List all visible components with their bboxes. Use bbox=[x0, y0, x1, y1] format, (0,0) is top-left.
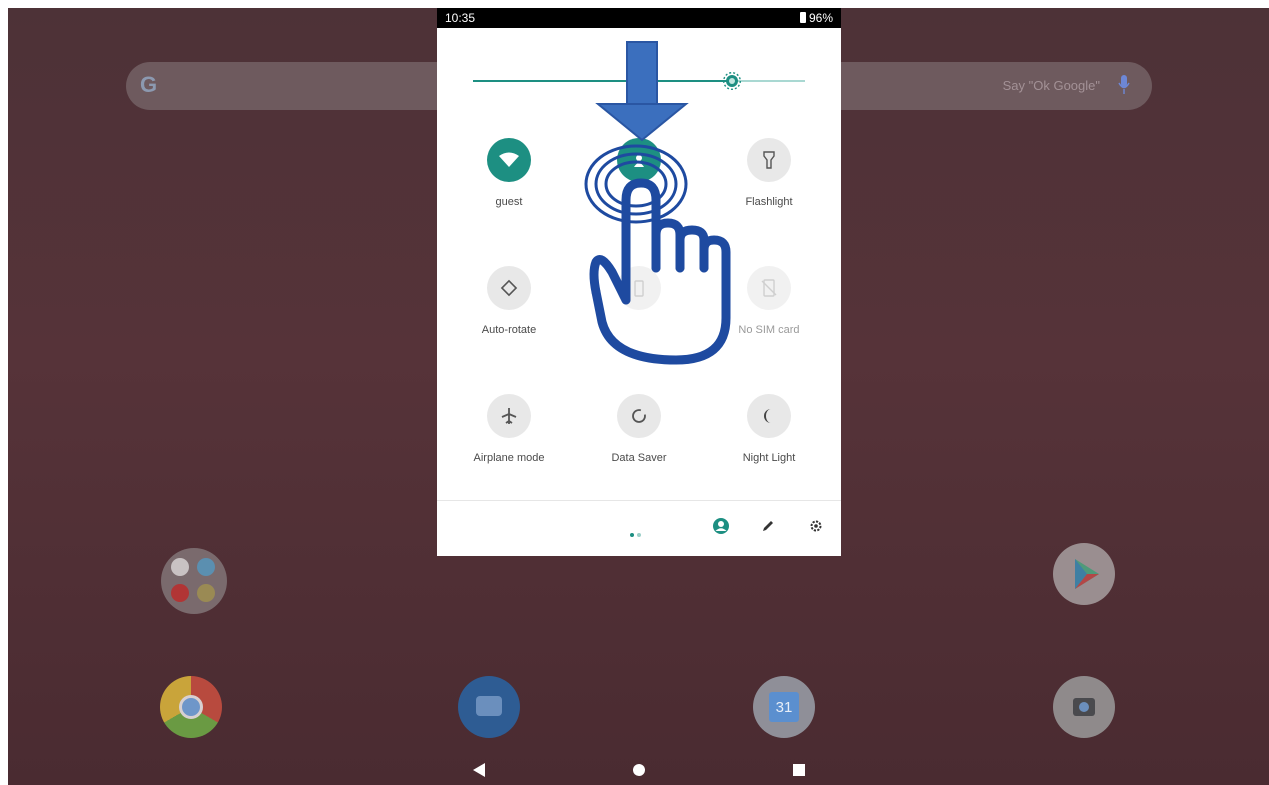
down-arrow-icon bbox=[595, 41, 689, 142]
tap-annotation bbox=[584, 41, 731, 365]
